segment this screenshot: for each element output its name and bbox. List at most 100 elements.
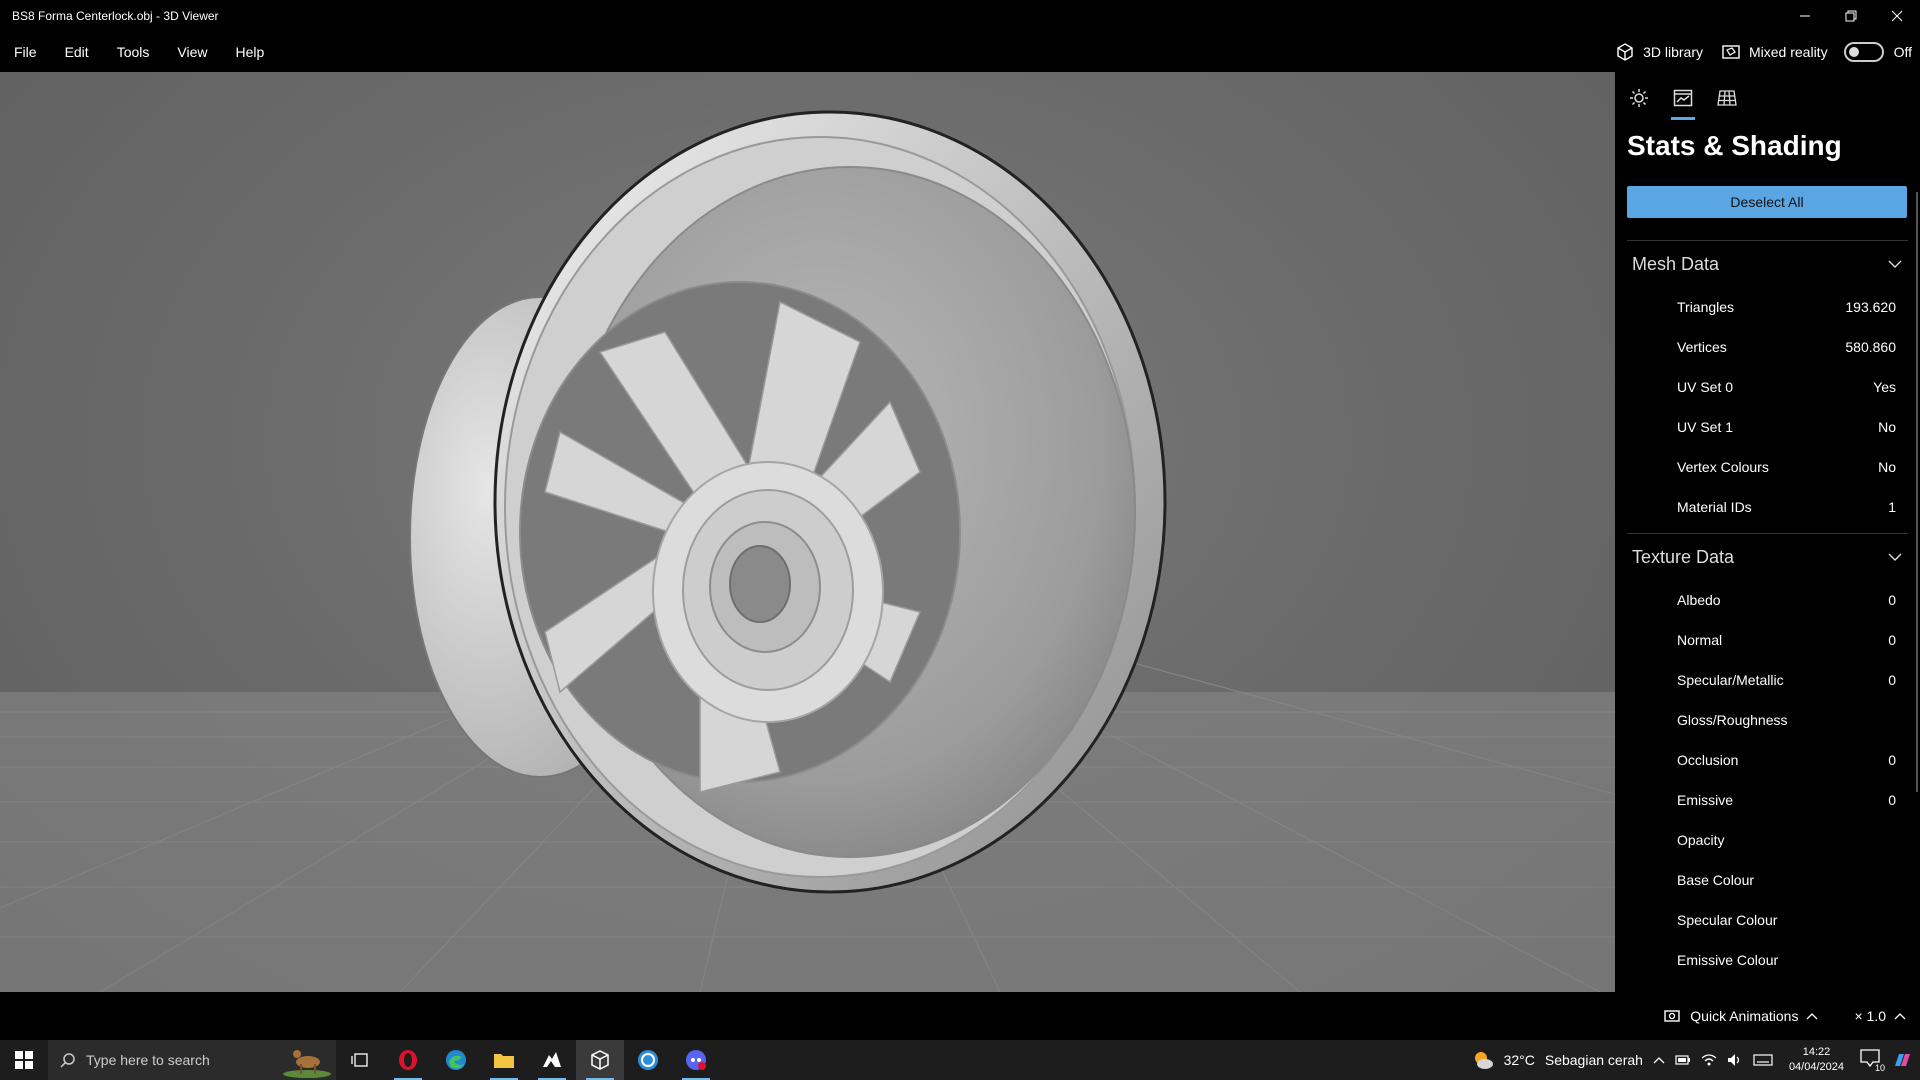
taskbar: Type here to search 32°C Sebagian cerah …: [0, 1040, 1920, 1080]
3d-library-button[interactable]: 3D library: [1615, 42, 1703, 62]
grid-tab[interactable]: [1715, 86, 1739, 110]
discord-button[interactable]: [672, 1040, 720, 1080]
notification-center-button[interactable]: 10: [1860, 1049, 1886, 1073]
animation-bar: Quick Animations × 1.0: [0, 992, 1920, 1040]
chevron-up-icon[interactable]: [1653, 1056, 1665, 1064]
row-label: Triangles: [1677, 299, 1735, 315]
row-label: Base Colour: [1677, 872, 1755, 888]
search-icon: [60, 1053, 75, 1068]
3d-viewport[interactable]: [0, 72, 1615, 992]
stats-icon: [1673, 89, 1693, 107]
row-label: Albedo: [1677, 592, 1721, 608]
row-value: No: [1878, 419, 1896, 435]
3d-library-label: 3D library: [1643, 44, 1703, 60]
row-label: Occlusion: [1677, 752, 1739, 768]
keyboard-icon[interactable]: [1753, 1053, 1773, 1067]
start-button[interactable]: [0, 1040, 48, 1080]
list-item: Gloss/Roughness: [1615, 700, 1920, 740]
taskbar-search[interactable]: Type here to search: [48, 1040, 336, 1080]
app-button-blue[interactable]: [624, 1040, 672, 1080]
row-value: 193.620: [1845, 299, 1896, 315]
list-item: Emissive 0: [1615, 780, 1920, 820]
row-label: Emissive Colour: [1677, 952, 1779, 968]
3d-viewer-button[interactable]: [576, 1040, 624, 1080]
circular-app-icon: [638, 1050, 658, 1070]
row-value: 0: [1888, 752, 1896, 768]
edge-icon: [446, 1050, 466, 1070]
deer-illustration-icon: [283, 1050, 331, 1078]
chevron-down-icon: [1888, 260, 1902, 268]
notification-count: 10: [1873, 1063, 1886, 1073]
chevron-up-icon[interactable]: [1894, 1012, 1906, 1020]
weather-text[interactable]: Sebagian cerah: [1545, 1052, 1643, 1068]
list-item: Normal 0: [1615, 620, 1920, 660]
list-item: Vertices 580.860: [1615, 327, 1920, 367]
animation-icon: [1664, 1010, 1680, 1022]
menu-edit[interactable]: Edit: [51, 44, 103, 60]
speaker-icon[interactable]: [1727, 1053, 1743, 1067]
speed-label[interactable]: × 1.0: [1854, 1008, 1886, 1024]
minimize-button[interactable]: [1782, 0, 1828, 32]
window-title: BS8 Forma Centerlock.obj - 3D Viewer: [12, 9, 219, 23]
menu-file[interactable]: File: [0, 44, 51, 60]
mesh-data-list: Triangles 193.620 Vertices 580.860 UV Set …: [1615, 287, 1920, 527]
row-label: Vertices: [1677, 339, 1727, 355]
list-item: Occlusion 0: [1615, 740, 1920, 780]
list-item: Base Colour: [1615, 860, 1920, 900]
restore-button[interactable]: [1828, 0, 1874, 32]
mixed-reality-icon: [1722, 45, 1740, 59]
cube-icon: [1617, 43, 1633, 61]
row-value: Yes: [1873, 379, 1896, 395]
list-item: Specular Colour: [1615, 900, 1920, 940]
edge-button[interactable]: [432, 1040, 480, 1080]
system-tray: 32°C Sebagian cerah 14:22 04/04/2024 10: [1472, 1045, 1920, 1075]
deselect-all-button[interactable]: Deselect All: [1627, 186, 1907, 218]
minimize-icon: [1800, 15, 1810, 17]
list-item: Specular/Metallic 0: [1615, 660, 1920, 700]
menu-help[interactable]: Help: [221, 44, 278, 60]
menu-tools[interactable]: Tools: [103, 44, 164, 60]
quick-animations-button[interactable]: Quick Animations: [1690, 1008, 1798, 1024]
wheel-model[interactable]: [0, 72, 1615, 992]
clock[interactable]: 14:22 04/04/2024: [1783, 1045, 1850, 1075]
file-explorer-button[interactable]: [480, 1040, 528, 1080]
weather-partly-sunny-icon: [1474, 1052, 1493, 1069]
list-item: UV Set 1 No: [1615, 407, 1920, 447]
wifi-icon[interactable]: [1701, 1053, 1717, 1067]
task-view-icon: [351, 1053, 368, 1067]
copilot-icon[interactable]: [1892, 1050, 1912, 1070]
row-label: Opacity: [1677, 832, 1725, 848]
close-button[interactable]: [1874, 0, 1920, 32]
mixed-reality-button[interactable]: Mixed reality: [1721, 42, 1828, 62]
stats-panel: Stats & Shading Deselect All Mesh Data T…: [1615, 72, 1920, 992]
stats-tab[interactable]: [1671, 86, 1695, 120]
task-view-button[interactable]: [336, 1040, 384, 1080]
battery-icon[interactable]: [1675, 1054, 1691, 1066]
row-value: 580.860: [1845, 339, 1896, 355]
row-label: Gloss/Roughness: [1677, 712, 1788, 728]
opera-icon: [399, 1050, 417, 1070]
row-label: Specular/Metallic: [1677, 672, 1784, 688]
menu-view[interactable]: View: [163, 44, 221, 60]
mixed-reality-state: Off: [1893, 44, 1912, 60]
texture-data-title: Texture Data: [1632, 546, 1735, 567]
sun-icon: [1630, 89, 1648, 107]
row-label: Material IDs: [1677, 499, 1752, 515]
row-label: Normal: [1677, 632, 1723, 648]
chevron-up-icon[interactable]: [1806, 1012, 1818, 1020]
grid-icon: [1717, 90, 1737, 106]
mixed-reality-toggle[interactable]: [1843, 42, 1884, 62]
texture-data-header[interactable]: Texture Data: [1615, 534, 1920, 580]
panel-scrollbar[interactable]: [1916, 192, 1918, 792]
row-value: 0: [1888, 632, 1896, 648]
chevron-down-icon: [1888, 553, 1902, 561]
title-bar: BS8 Forma Centerlock.obj - 3D Viewer: [0, 0, 1920, 32]
weather-temp[interactable]: 32°C: [1504, 1052, 1535, 1068]
rhino-button[interactable]: [528, 1040, 576, 1080]
lighting-tab[interactable]: [1627, 86, 1651, 110]
list-item: UV Set 0 Yes: [1615, 367, 1920, 407]
opera-button[interactable]: [384, 1040, 432, 1080]
row-label: UV Set 0: [1677, 379, 1734, 395]
mesh-data-header[interactable]: Mesh Data: [1615, 241, 1920, 287]
close-icon: [1891, 10, 1903, 22]
